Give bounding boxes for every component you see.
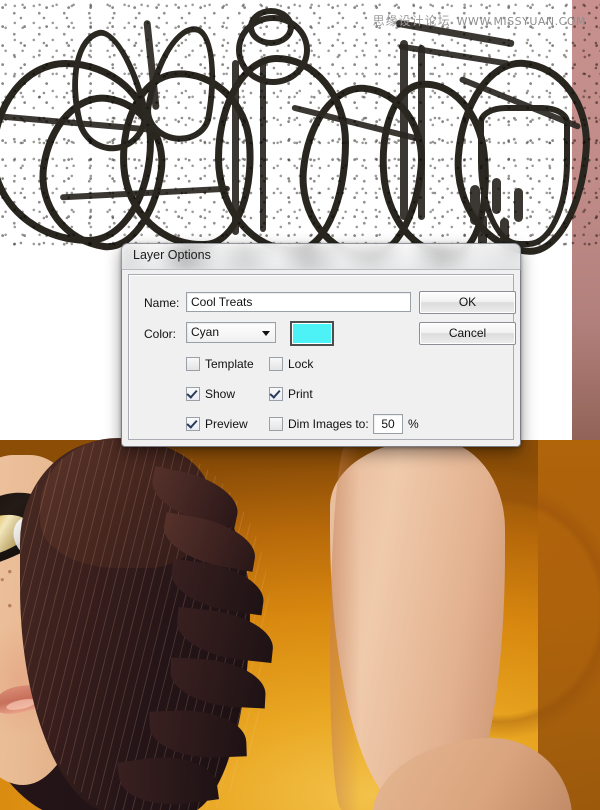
layer-color-swatch[interactable]: [290, 321, 334, 346]
checkbox-show-box[interactable]: [186, 387, 200, 401]
charcoal-sketch-artwork: [0, 0, 600, 265]
checkbox-dim-images[interactable]: Dim Images to:: [269, 416, 369, 432]
dim-images-value-input[interactable]: 50: [373, 414, 403, 434]
checkbox-lock[interactable]: Lock: [269, 356, 313, 372]
ok-button[interactable]: OK: [419, 291, 516, 314]
dim-images-percent-label: %: [408, 417, 419, 431]
watermark: 思缘设计论坛 WWW.MISSYUAN.COM: [373, 12, 586, 29]
watermark-chinese-text: 思缘设计论坛: [372, 14, 451, 28]
layer-color-select[interactable]: Cyan: [186, 322, 276, 343]
checkbox-show-label: Show: [205, 387, 236, 401]
dialog-title: Layer Options: [133, 248, 211, 262]
dialog-body: Name: Cool Treats Color: Cyan Template L…: [121, 269, 521, 447]
dialog-inner-panel: Name: Cool Treats Color: Cyan Template L…: [128, 274, 516, 440]
layer-options-dialog: Layer Options Name: Cool Treats Color: C…: [121, 243, 521, 447]
checkbox-print-box[interactable]: [269, 387, 283, 401]
checkbox-template-label: Template: [205, 357, 254, 371]
sketch-grain-texture: [0, 0, 600, 250]
checkbox-dim-images-box[interactable]: [269, 417, 283, 431]
checkbox-preview-box[interactable]: [186, 417, 200, 431]
dialog-titlebar[interactable]: Layer Options: [121, 243, 521, 270]
checkbox-preview-label: Preview: [205, 417, 248, 431]
checkbox-template[interactable]: Template: [186, 356, 254, 372]
chevron-down-icon: [262, 331, 270, 336]
checkbox-lock-box[interactable]: [269, 357, 283, 371]
checkbox-dim-images-label: Dim Images to:: [288, 417, 369, 431]
checkbox-print[interactable]: Print: [269, 386, 313, 402]
watermark-url-text: WWW.MISSYUAN.COM: [456, 15, 586, 28]
checkbox-preview[interactable]: Preview: [186, 416, 248, 432]
checkbox-print-label: Print: [288, 387, 313, 401]
color-label: Color:: [144, 327, 177, 341]
cancel-button[interactable]: Cancel: [419, 322, 516, 345]
checkbox-template-box[interactable]: [186, 357, 200, 371]
checkbox-lock-label: Lock: [288, 357, 314, 371]
layer-name-input[interactable]: Cool Treats: [186, 292, 411, 312]
screenshot-canvas: 思缘设计论坛 WWW.MISSYUAN.COM Layer Options Nam…: [0, 0, 600, 810]
layer-color-select-value: Cyan: [191, 325, 220, 339]
checkbox-show[interactable]: Show: [186, 386, 235, 402]
name-label: Name:: [144, 296, 180, 310]
